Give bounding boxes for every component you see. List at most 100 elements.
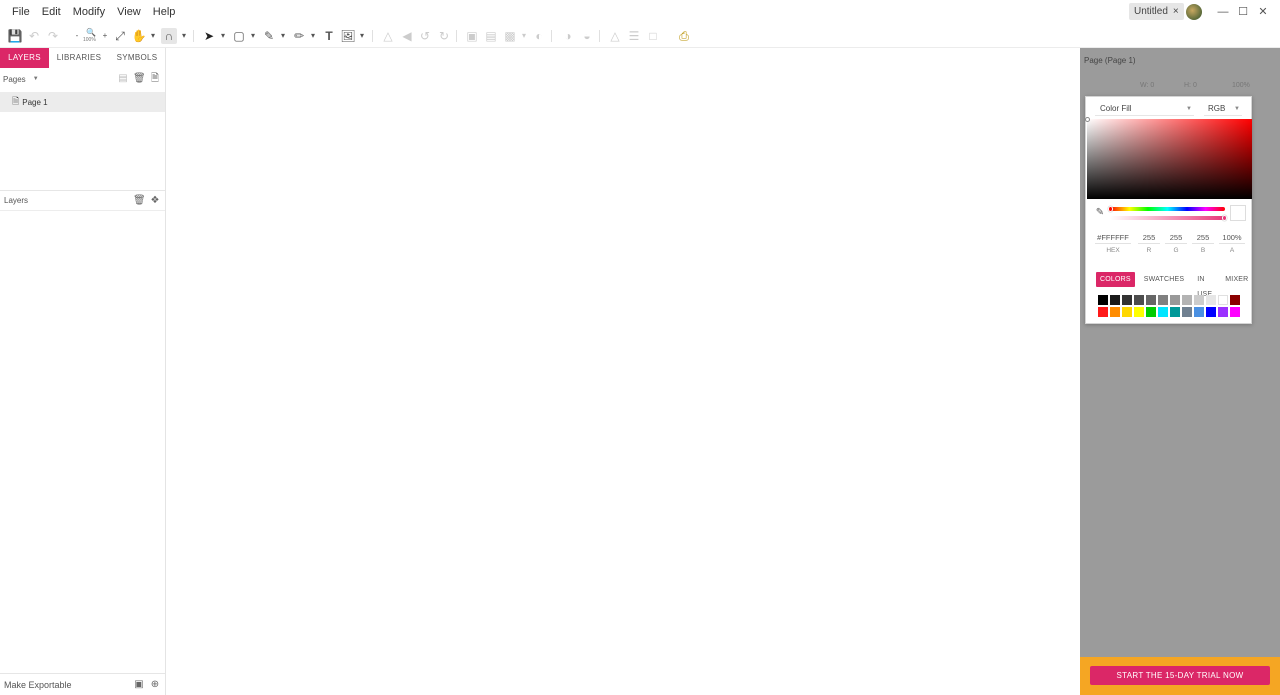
tab-in-use[interactable]: IN USE (1193, 272, 1216, 298)
rotate-right-icon[interactable]: ↻ (436, 28, 452, 44)
page-row[interactable]: 🗎 Page 1 (0, 92, 165, 112)
chevron-down-icon[interactable]: ▾ (145, 28, 161, 44)
boolean-icon[interactable]: ◐ (531, 28, 547, 44)
menu-view[interactable]: View (111, 0, 147, 24)
color-swatch[interactable] (1110, 307, 1120, 317)
frame-icon[interactable]: □ (645, 28, 661, 44)
zoom-in-icon[interactable]: + (97, 28, 113, 44)
color-swatch[interactable] (1158, 295, 1168, 305)
undo-icon[interactable]: ↶ (26, 28, 42, 44)
menu-edit[interactable]: Edit (36, 0, 67, 24)
chevron-down-icon[interactable]: ▾ (275, 28, 291, 44)
export-slice-icon[interactable]: ▣ (133, 679, 145, 691)
zoom-level: 100% (83, 37, 96, 43)
tab-layers[interactable]: LAYERS (0, 48, 49, 68)
flip-horizontal-icon[interactable]: △ (380, 28, 396, 44)
chevron-down-icon[interactable]: ▾ (354, 28, 370, 44)
eyedropper-icon[interactable]: ✎ (1094, 207, 1106, 219)
color-swatch[interactable] (1206, 307, 1216, 317)
tab-libraries[interactable]: LIBRARIES (49, 48, 109, 68)
add-page-icon[interactable]: 🗎 (149, 73, 161, 85)
ungroup-icon[interactable]: ▤ (483, 28, 499, 44)
red-input[interactable]: 255 (1138, 231, 1160, 244)
minimize-button[interactable]: — (1215, 4, 1231, 20)
opacity-field[interactable]: 100% (1232, 80, 1250, 91)
color-swatch[interactable] (1146, 307, 1156, 317)
color-swatch[interactable] (1206, 295, 1216, 305)
menu-help[interactable]: Help (147, 0, 182, 24)
color-swatch[interactable] (1230, 307, 1240, 317)
color-swatch[interactable] (1194, 295, 1204, 305)
hex-input[interactable]: #FFFFFF (1095, 231, 1131, 244)
chevron-down-icon[interactable]: ▼ (33, 76, 39, 82)
color-swatch[interactable] (1122, 295, 1132, 305)
canvas[interactable] (167, 48, 1080, 695)
redo-icon[interactable]: ↷ (45, 28, 61, 44)
clip-icon[interactable]: ◒ (579, 28, 595, 44)
saturation-value-area[interactable] (1085, 117, 1252, 199)
chevron-down-icon: ▼ (1186, 106, 1192, 112)
avatar[interactable] (1186, 4, 1202, 20)
alpha-input[interactable]: 100% (1219, 231, 1245, 244)
chevron-down-icon[interactable]: ▾ (245, 28, 261, 44)
blue-input[interactable]: 255 (1192, 231, 1214, 244)
color-swatch[interactable] (1170, 307, 1180, 317)
color-swatch[interactable] (1194, 307, 1204, 317)
color-swatch[interactable] (1098, 295, 1108, 305)
tab-swatches[interactable]: SWATCHES (1140, 272, 1189, 287)
color-mode-select[interactable]: RGB ▼ (1204, 102, 1242, 116)
hue-slider[interactable] (1108, 206, 1225, 212)
color-swatch[interactable] (1134, 307, 1144, 317)
trash-icon[interactable]: 🗑 (133, 73, 146, 85)
chevron-down-icon[interactable]: ▾ (176, 28, 192, 44)
rotate-left-icon[interactable]: ↺ (417, 28, 433, 44)
tab-mixer[interactable]: MIXER (1221, 272, 1252, 287)
color-swatch[interactable] (1230, 295, 1240, 305)
color-swatch[interactable] (1170, 295, 1180, 305)
chevron-down-icon[interactable]: ▾ (305, 28, 321, 44)
color-swatch[interactable] (1098, 307, 1108, 317)
mask-icon[interactable]: ◑ (560, 28, 576, 44)
menu-file[interactable]: File (6, 0, 36, 24)
color-swatch[interactable] (1122, 307, 1132, 317)
snap-magnet-icon[interactable]: ∩ (161, 28, 177, 44)
alpha-slider-handle[interactable] (1222, 215, 1227, 221)
color-swatch[interactable] (1182, 295, 1192, 305)
color-swatch[interactable] (1110, 295, 1120, 305)
height-field[interactable]: H: 0 (1184, 80, 1197, 91)
color-swatch[interactable] (1134, 295, 1144, 305)
color-swatch[interactable] (1158, 307, 1168, 317)
text-tool-icon[interactable]: T (321, 28, 337, 44)
color-swatch[interactable] (1218, 307, 1228, 317)
color-swatch[interactable] (1182, 307, 1192, 317)
close-window-button[interactable]: ✕ (1255, 4, 1271, 20)
add-circle-icon[interactable]: ⊕ (149, 679, 161, 691)
save-icon[interactable]: 💾 (7, 28, 23, 44)
flip-vertical-icon[interactable]: ◀ (399, 28, 415, 44)
menu-modify[interactable]: Modify (67, 0, 111, 24)
chevron-down-icon[interactable]: ▾ (215, 28, 231, 44)
color-swatch[interactable] (1146, 295, 1156, 305)
color-handle[interactable] (1085, 117, 1090, 122)
add-layer-icon[interactable]: ❖ (149, 195, 161, 207)
fill-type-select[interactable]: Color Fill ▼ (1095, 102, 1194, 116)
close-icon[interactable]: × (1173, 6, 1179, 17)
maximize-button[interactable]: ☐ (1235, 4, 1251, 20)
export-pro-icon[interactable]: ⎙ (676, 28, 692, 44)
width-field[interactable]: W: 0 (1140, 80, 1154, 91)
chevron-down-icon[interactable]: ▾ (516, 28, 532, 44)
fit-screen-icon[interactable]: ⤢ (112, 28, 128, 44)
triangle-icon[interactable]: △ (607, 28, 623, 44)
align-icon[interactable]: ☰ (626, 28, 642, 44)
color-swatch[interactable] (1218, 295, 1228, 305)
tab-colors[interactable]: COLORS (1096, 272, 1135, 287)
green-input[interactable]: 255 (1165, 231, 1187, 244)
hue-slider-handle[interactable] (1108, 206, 1113, 212)
alpha-slider[interactable] (1110, 215, 1227, 221)
start-trial-button[interactable]: START THE 15-DAY TRIAL NOW (1090, 666, 1270, 685)
document-tab[interactable]: Untitled × (1129, 3, 1184, 20)
folder-icon[interactable]: ▤ (117, 73, 129, 85)
tab-symbols[interactable]: SYMBOLS (109, 48, 165, 68)
trash-icon[interactable]: 🗑 (133, 195, 146, 207)
group-icon[interactable]: ▣ (464, 28, 480, 44)
